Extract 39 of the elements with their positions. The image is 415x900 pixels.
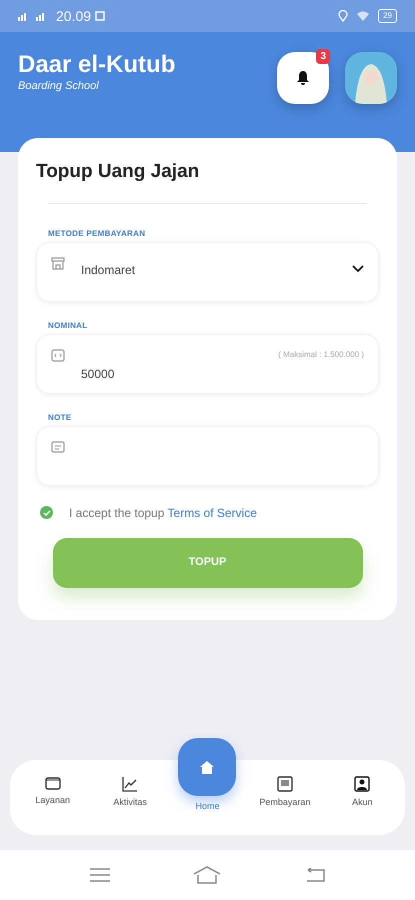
field-label: NOTE xyxy=(48,412,72,424)
notification-button[interactable]: 3 xyxy=(277,52,329,104)
nominal-field[interactable]: 50000 ( Maksimal : 1.500.000 ) xyxy=(36,334,379,394)
back-icon[interactable] xyxy=(305,868,326,882)
chevron-down-icon xyxy=(352,264,364,272)
store-icon xyxy=(51,256,65,270)
nav-tab[interactable]: Aktivitas xyxy=(91,760,169,810)
clock-time: 20.09 xyxy=(56,6,92,26)
field-label: METODE PEMBAYARAN xyxy=(48,228,146,240)
receipt-icon xyxy=(276,776,293,792)
wifi-icon xyxy=(356,11,370,21)
field-label: NOMINAL xyxy=(48,320,88,332)
home-icon[interactable] xyxy=(193,866,222,884)
location-icon xyxy=(338,10,348,22)
app-title: Daar el-Kutub xyxy=(18,52,176,78)
notification-badge: 3 xyxy=(316,49,330,64)
home-button[interactable] xyxy=(178,738,236,796)
checkbox[interactable] xyxy=(40,506,53,519)
nav-tab[interactable]: Layanan xyxy=(14,760,92,808)
note-icon xyxy=(51,440,65,452)
menu-icon[interactable] xyxy=(90,868,110,882)
chart-icon xyxy=(122,776,138,792)
app-subtitle: Boarding School xyxy=(18,79,100,94)
form-title: Topup Uang Jajan xyxy=(36,160,200,184)
battery-icon: 29 xyxy=(378,9,397,23)
terms-link[interactable]: Terms of Service xyxy=(168,506,257,520)
nav-tab[interactable]: Pembayaran xyxy=(246,760,324,810)
check-icon xyxy=(42,510,50,516)
note-field[interactable] xyxy=(36,426,379,486)
bell-icon xyxy=(296,70,310,86)
folder-icon xyxy=(44,776,61,790)
nav-tab[interactable]: Home xyxy=(168,800,246,814)
payment-method-select[interactable]: Indomaret xyxy=(36,242,379,302)
notification-icon xyxy=(95,11,106,21)
home-icon xyxy=(199,760,215,774)
avatar[interactable] xyxy=(345,52,397,104)
terms-text: I accept the topup Terms of Service xyxy=(69,504,257,522)
nav-tab[interactable]: Akun xyxy=(324,760,402,810)
account-icon xyxy=(354,776,370,792)
